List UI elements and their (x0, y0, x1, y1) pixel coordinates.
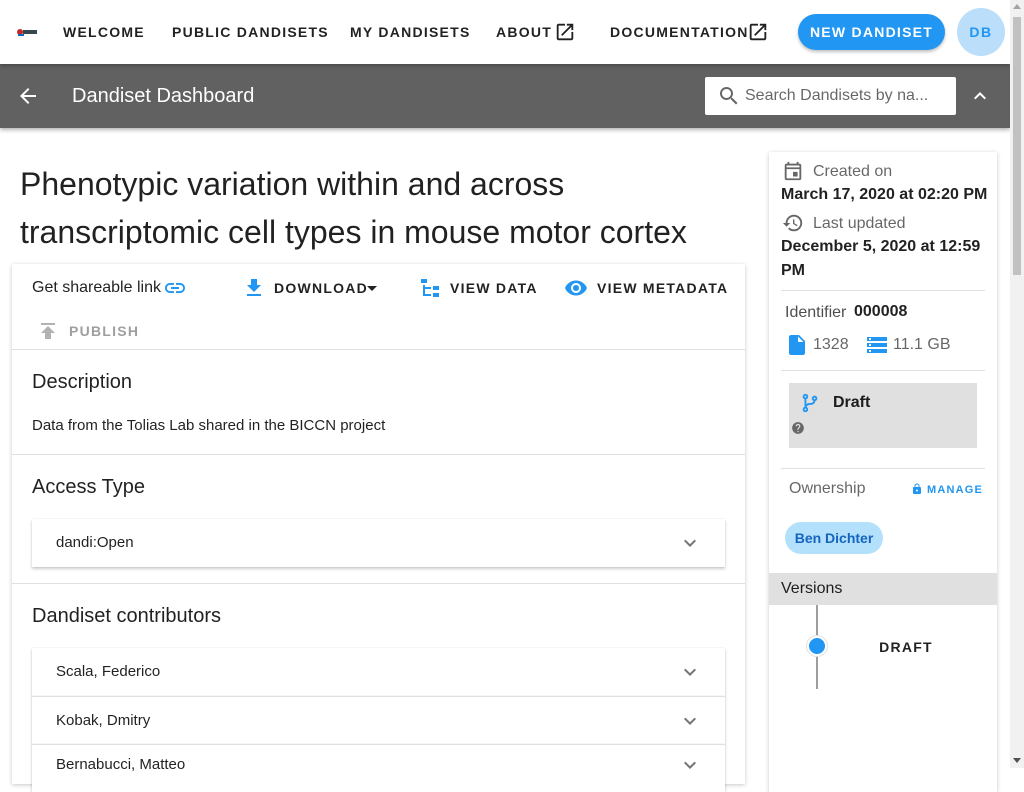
scroll-thumb[interactable] (1013, 17, 1021, 275)
database-icon (867, 337, 887, 353)
dashboard-bar: Dandiset Dashboard (0, 64, 1010, 128)
chevron-down-icon (684, 717, 696, 725)
contributor-panel[interactable]: Scala, Federico (32, 648, 725, 696)
version-status: Draft (833, 394, 871, 411)
dandiset-meta-card: Created on March 17, 2020 at 02:20 PM La… (769, 152, 997, 792)
view-metadata-label: VIEW METADATA (597, 280, 729, 296)
history-icon (782, 214, 803, 232)
help-icon[interactable] (791, 421, 805, 435)
view-data-button[interactable]: VIEW DATA (418, 270, 544, 306)
chevron-down-icon (684, 668, 696, 676)
description-heading: Description (32, 371, 133, 393)
page-scrollbar[interactable] (1010, 0, 1024, 768)
divider (12, 454, 745, 455)
created-value: March 17, 2020 at 02:20 PM (781, 186, 988, 203)
eye-icon (565, 280, 587, 296)
file-icon (789, 335, 805, 355)
nav-public-dandisets[interactable]: PUBLIC DANDISETS (172, 0, 329, 64)
contributor-name: Scala, Federico (56, 663, 161, 680)
search-input[interactable] (745, 77, 950, 115)
share-label: Get shareable link (32, 279, 161, 296)
dandiset-title: Phenotypic variation within and across t… (20, 166, 687, 250)
scroll-up-arrow-icon[interactable] (1013, 4, 1021, 9)
new-dandiset-button[interactable]: NEW DANDISET (798, 14, 945, 50)
search-icon (720, 87, 738, 105)
manage-label: MANAGE (927, 484, 984, 496)
owner-chip[interactable]: Ben Dichter (785, 522, 883, 554)
view-metadata-button[interactable]: VIEW METADATA (564, 270, 734, 306)
identifier-value: 000008 (854, 303, 908, 320)
lock-icon (913, 483, 921, 494)
nav-my-dandisets[interactable]: MY DANDISETS (350, 0, 471, 64)
description-text: Data from the Tolias Lab shared in the B… (32, 417, 386, 434)
download-button[interactable]: DOWNLOAD (242, 270, 382, 306)
publish-label: PUBLISH (69, 323, 140, 339)
source-branch-icon (802, 393, 818, 413)
nav-about-label: ABOUT (496, 24, 553, 40)
updated-value: December 5, 2020 at 12:59 PM (781, 238, 981, 279)
contributor-panel[interactable]: Kobak, Dmitry (32, 696, 725, 744)
user-avatar[interactable]: DB (957, 8, 1005, 56)
chevron-down-icon (684, 761, 696, 769)
divider (781, 468, 985, 469)
dandiset-size: 11.1 GB (893, 336, 951, 353)
action-toolbar: Get shareable link DOWNLOAD VIEW DATA VI… (12, 264, 745, 350)
divider (12, 583, 745, 584)
download-label: DOWNLOAD (274, 280, 368, 296)
dashboard-title: Dandiset Dashboard (72, 85, 255, 107)
publish-icon (41, 323, 55, 339)
contributors-heading: Dandiset contributors (32, 605, 221, 627)
chevron-down-icon (684, 539, 696, 547)
version-draft-button[interactable]: DRAFT (857, 631, 955, 663)
chevron-up-icon[interactable] (968, 84, 992, 108)
nav-about[interactable]: ABOUT (496, 0, 578, 64)
get-shareable-link-button[interactable]: Get shareable link (32, 270, 185, 306)
contributor-name: Kobak, Dmitry (56, 712, 151, 729)
contributor-name: Bernabucci, Matteo (56, 756, 186, 773)
view-data-label: VIEW DATA (450, 280, 538, 296)
access-type-heading: Access Type (32, 476, 146, 498)
file-tree-icon (421, 279, 439, 297)
search-box[interactable] (705, 77, 956, 115)
divider (781, 290, 985, 291)
version-dot (807, 636, 827, 656)
manage-owners-button[interactable]: MANAGE (911, 482, 991, 500)
nav-documentation-label: DOCUMENTATION (610, 24, 749, 40)
top-app-bar: WELCOME PUBLIC DANDISETS MY DANDISETS AB… (0, 0, 1010, 64)
access-type-value: dandi:Open (56, 534, 134, 551)
menu-down-icon (367, 286, 377, 291)
divider (781, 370, 985, 371)
scroll-down-arrow-icon[interactable] (1013, 758, 1021, 763)
ownership-label: Ownership (789, 480, 866, 497)
file-count: 1328 (813, 336, 849, 353)
created-label: Created on (813, 163, 893, 180)
nav-documentation[interactable]: DOCUMENTATION (610, 0, 772, 64)
identifier-label: Identifier (785, 304, 847, 321)
access-type-panel[interactable]: dandi:Open (32, 519, 725, 567)
open-in-new-icon (556, 23, 574, 41)
download-icon (247, 279, 261, 296)
dandi-logo[interactable] (16, 26, 38, 38)
link-icon (165, 283, 185, 293)
contributor-panel[interactable]: Bernabucci, Matteo (32, 744, 725, 792)
calendar-icon (784, 161, 802, 181)
versions-heading: Versions (769, 573, 997, 605)
publish-button[interactable]: PUBLISH (36, 313, 146, 349)
open-in-new-icon (749, 23, 767, 41)
arrow-back-icon[interactable] (16, 84, 40, 108)
dandiset-main-card: Get shareable link DOWNLOAD VIEW DATA VI… (12, 264, 745, 792)
version-status-box: Draft (789, 383, 977, 448)
updated-label: Last updated (813, 215, 906, 232)
nav-welcome[interactable]: WELCOME (63, 0, 145, 64)
